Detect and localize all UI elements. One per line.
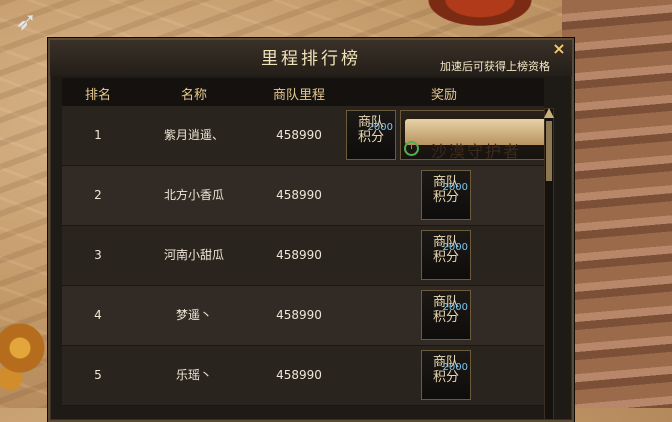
caravan-points-badge[interactable]: 商队 积分 2000 xyxy=(421,230,471,280)
qualification-hint: 加速后可获得上榜资格 xyxy=(440,60,550,73)
badge-amount: 2000 xyxy=(442,242,468,253)
reward-cell: 商队 积分 2000 xyxy=(344,286,544,345)
distance-cell: 458990 xyxy=(276,248,322,262)
table-header: 排名 名称 商队里程 奖励 xyxy=(62,78,544,106)
badge-amount: 2000 xyxy=(367,122,393,133)
rock-cliff-background xyxy=(562,0,672,408)
rank-cell: 2 xyxy=(94,188,102,202)
reward-cell: 商队 积分 2000 沙漠守护者 xyxy=(344,106,552,165)
table-row: 5 乐瑶丶 458990 商队 积分 2000 xyxy=(62,346,544,406)
distance-cell: 458990 xyxy=(276,308,322,322)
table-row: 2 北方小香瓜 458990 商队 积分 2000 xyxy=(62,166,544,226)
clock-icon xyxy=(404,141,419,156)
badge-amount: 2000 xyxy=(442,182,468,193)
badge-amount: 2000 xyxy=(442,362,468,373)
name-cell: 河南小甜瓜 xyxy=(163,248,224,262)
table-row: 4 梦遥丶 458990 商队 积分 2000 xyxy=(62,286,544,346)
distance-cell: 458990 xyxy=(276,188,322,202)
reward-cell: 商队 积分 2000 xyxy=(344,166,544,225)
caravan-points-badge[interactable]: 商队 积分 2000 xyxy=(421,350,471,400)
name-cell: 梦遥丶 xyxy=(175,308,212,322)
name-cell: 北方小香瓜 xyxy=(163,188,224,202)
badge-amount: 2000 xyxy=(442,302,468,313)
title-bar: 里程排行榜 × 加速后可获得上榜资格 xyxy=(50,40,572,76)
scroll-up-icon[interactable] xyxy=(544,108,554,118)
rank-cell: 5 xyxy=(94,368,102,382)
reward-cell: 商队 积分 2000 xyxy=(344,226,544,285)
table-row: 3 河南小甜瓜 458990 商队 积分 2000 xyxy=(62,226,544,286)
title-reward-badge[interactable]: 沙漠守护者 xyxy=(400,110,552,161)
title-plaque: 沙漠守护者 xyxy=(405,119,547,161)
caravan-points-badge[interactable]: 商队 积分 2000 xyxy=(421,170,471,220)
scroll-thumb[interactable] xyxy=(546,121,552,181)
name-cell: 紫月逍遥、 xyxy=(163,128,224,142)
col-name: 名称 xyxy=(180,88,207,103)
list-scrollbar[interactable] xyxy=(544,108,554,420)
name-cell: 乐瑶丶 xyxy=(175,368,212,382)
distance-cell: 458990 xyxy=(276,128,322,142)
red-shrub-decoration xyxy=(400,0,560,40)
sword-icon: ➶ xyxy=(15,7,37,37)
rank-cell: 3 xyxy=(94,248,102,262)
caravan-points-badge[interactable]: 商队 积分 2000 xyxy=(346,110,396,160)
col-distance: 商队里程 xyxy=(272,88,325,103)
autumn-tree-decoration xyxy=(0,308,50,408)
reward-cell: 商队 积分 2000 xyxy=(344,346,544,405)
rank-cell: 4 xyxy=(94,308,102,322)
distance-cell: 458990 xyxy=(276,368,322,382)
close-icon[interactable]: × xyxy=(550,40,568,58)
col-rank: 排名 xyxy=(84,88,111,103)
ranking-list: 1 紫月逍遥、 458990 商队 积分 2000 沙漠守护者 2 北方小香瓜 … xyxy=(62,106,552,406)
caravan-points-badge[interactable]: 商队 积分 2000 xyxy=(421,290,471,340)
leaderboard-panel: 里程排行榜 × 加速后可获得上榜资格 排名 名称 商队里程 奖励 1 紫月逍遥、… xyxy=(48,38,574,422)
table-row: 1 紫月逍遥、 458990 商队 积分 2000 沙漠守护者 xyxy=(62,106,552,166)
rank-cell: 1 xyxy=(94,128,102,142)
